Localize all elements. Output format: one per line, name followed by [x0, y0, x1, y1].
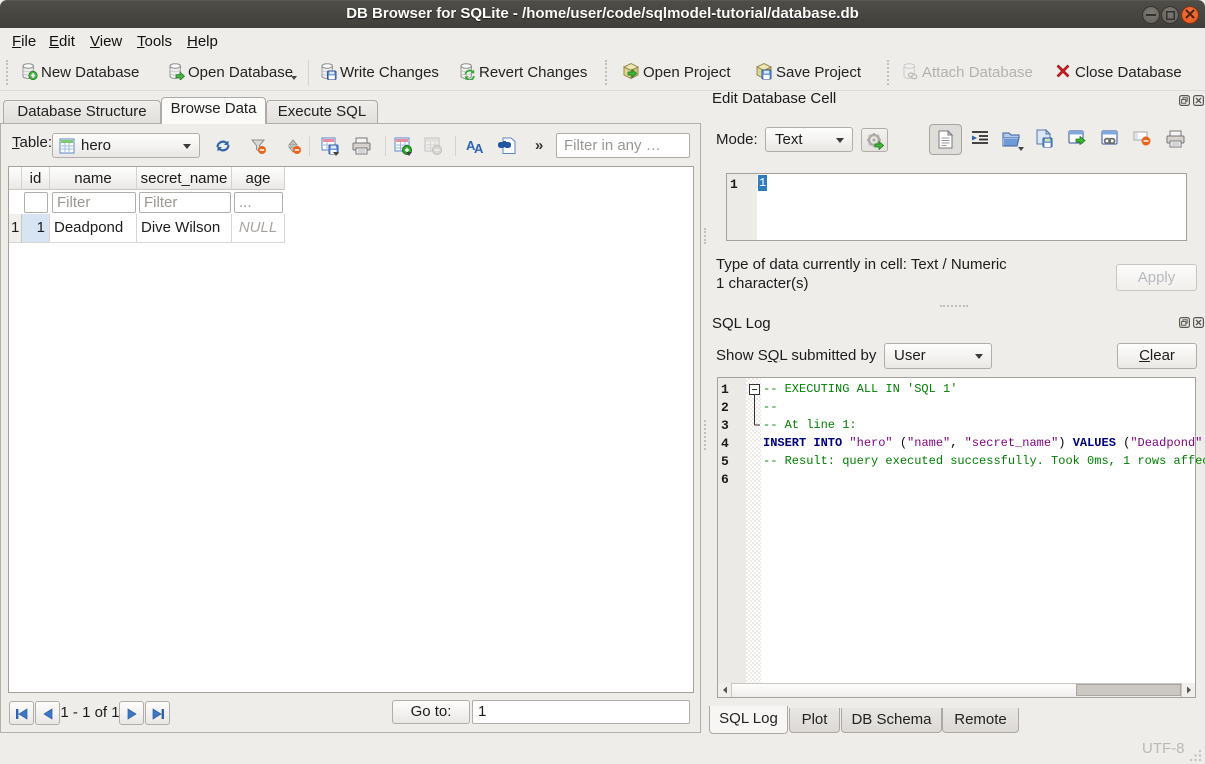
- svg-text:A: A: [474, 141, 484, 155]
